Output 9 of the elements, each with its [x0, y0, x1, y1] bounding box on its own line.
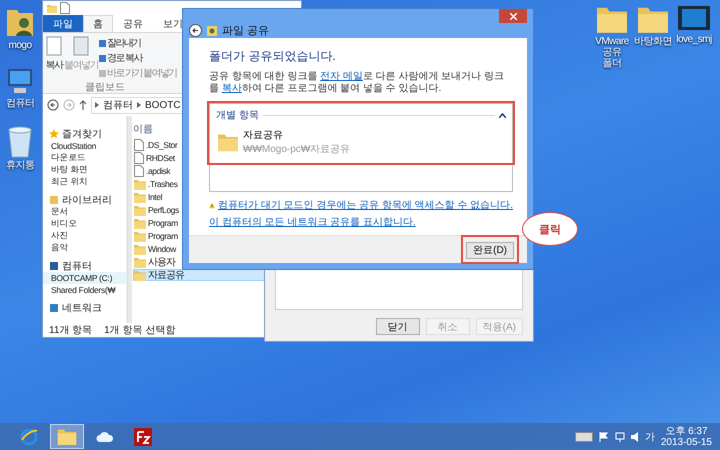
dialog-title: 파일 공유: [222, 24, 270, 38]
callout-text: 클릭: [539, 222, 561, 236]
status-text: 11개 항목: [49, 324, 92, 337]
ribbon-group-label: 클립보드: [84, 81, 126, 94]
dialog-heading: 폴더가 공유되었습니다.: [209, 48, 337, 65]
instruction-text: 공유 항목에 대한 링크를 전자 메일로 다른 사람에게 보내거나 링크를 복사하여 다른 프로그램에 붙여 넣을 수 있습니다.: [209, 71, 506, 95]
group-header: 개별 항목: [216, 109, 259, 122]
item-path: ₩₩Mogo-pc₩자료공유: [243, 143, 350, 156]
status-text: 1개 항목 선택함: [104, 324, 176, 337]
